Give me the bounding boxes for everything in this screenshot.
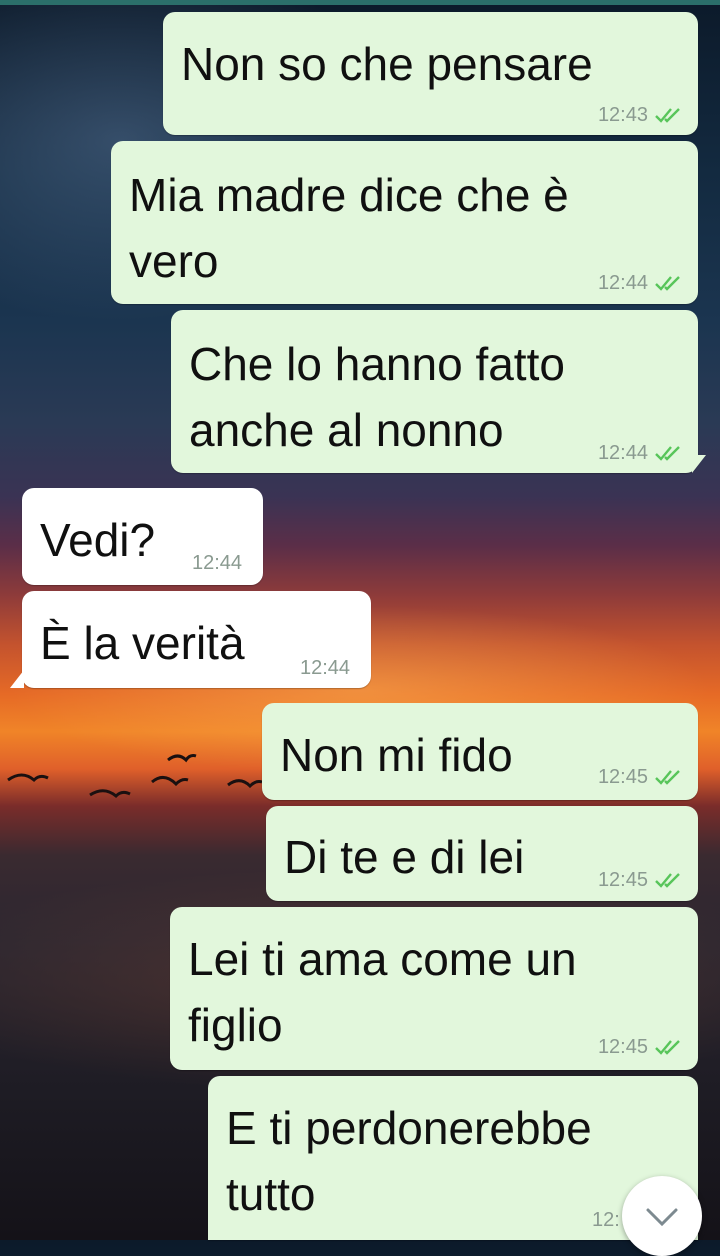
- chevron-down-icon: [646, 1208, 678, 1227]
- message-text: vero: [129, 235, 219, 287]
- message-time: 12:45: [597, 869, 648, 891]
- message-text: Di te e di lei: [284, 831, 525, 883]
- message-text: Non so che pensare: [181, 38, 593, 90]
- scroll-to-bottom-button[interactable]: [622, 1176, 702, 1256]
- message-meta: 12:45: [598, 767, 684, 787]
- message-meta: 12:45: [598, 870, 684, 890]
- message-time: 12:: [592, 1209, 620, 1231]
- message-text: Mia madre dice che è: [129, 169, 569, 221]
- message-text: Che lo hanno fatto: [189, 338, 565, 390]
- message-bubble-outgoing[interactable]: Che lo hanno fatto anche al nonno 12:44: [171, 310, 698, 473]
- message-text: Lei ti ama come un: [188, 933, 577, 985]
- double-check-icon: [655, 770, 680, 785]
- double-check-icon: [655, 446, 680, 461]
- message-text: anche al nonno: [189, 404, 504, 456]
- top-bar-edge: [0, 0, 720, 5]
- message-meta: 12:44: [598, 443, 684, 463]
- message-meta: 12:43: [598, 105, 684, 125]
- double-check-icon: [655, 276, 680, 291]
- double-check-icon: [655, 1040, 680, 1055]
- message-time: 12:45: [597, 766, 648, 788]
- message-bubble-incoming[interactable]: È la verità 12:44: [22, 591, 371, 688]
- message-text: tutto: [226, 1168, 316, 1220]
- message-time: 12:44: [192, 552, 243, 574]
- message-meta: 12:: [592, 1210, 620, 1230]
- message-meta: 12:44: [192, 553, 242, 573]
- message-bubble-outgoing[interactable]: Non so che pensare 12:43: [163, 12, 698, 135]
- message-text: Vedi?: [40, 514, 156, 566]
- message-text: Non mi fido: [280, 729, 513, 781]
- wallpaper-birds: [7, 754, 263, 799]
- double-check-icon: [655, 873, 680, 888]
- message-text: figlio: [188, 999, 283, 1051]
- message-meta: 12:44: [300, 658, 350, 678]
- message-time: 12:44: [597, 442, 648, 464]
- bubble-tail: [10, 670, 24, 688]
- message-bubble-incoming[interactable]: Vedi? 12:44: [22, 488, 263, 585]
- message-time: 12:44: [300, 657, 351, 679]
- message-bubble-outgoing[interactable]: Lei ti ama come un figlio 12:45: [170, 907, 698, 1070]
- message-bubble-outgoing[interactable]: Di te e di lei 12:45: [266, 806, 698, 901]
- message-time: 12:45: [597, 1036, 648, 1058]
- message-bubble-outgoing[interactable]: Mia madre dice che è vero 12:44: [111, 141, 698, 304]
- message-time: 12:43: [597, 104, 648, 126]
- message-time: 12:44: [597, 272, 648, 294]
- message-meta: 12:44: [598, 273, 684, 293]
- message-text: E ti perdonerebbe: [226, 1102, 592, 1154]
- message-bubble-outgoing[interactable]: Non mi fido 12:45: [262, 703, 698, 800]
- message-text: È la verità: [40, 617, 245, 669]
- message-meta: 12:45: [598, 1037, 684, 1057]
- double-check-icon: [655, 108, 680, 123]
- bubble-tail: [692, 455, 706, 473]
